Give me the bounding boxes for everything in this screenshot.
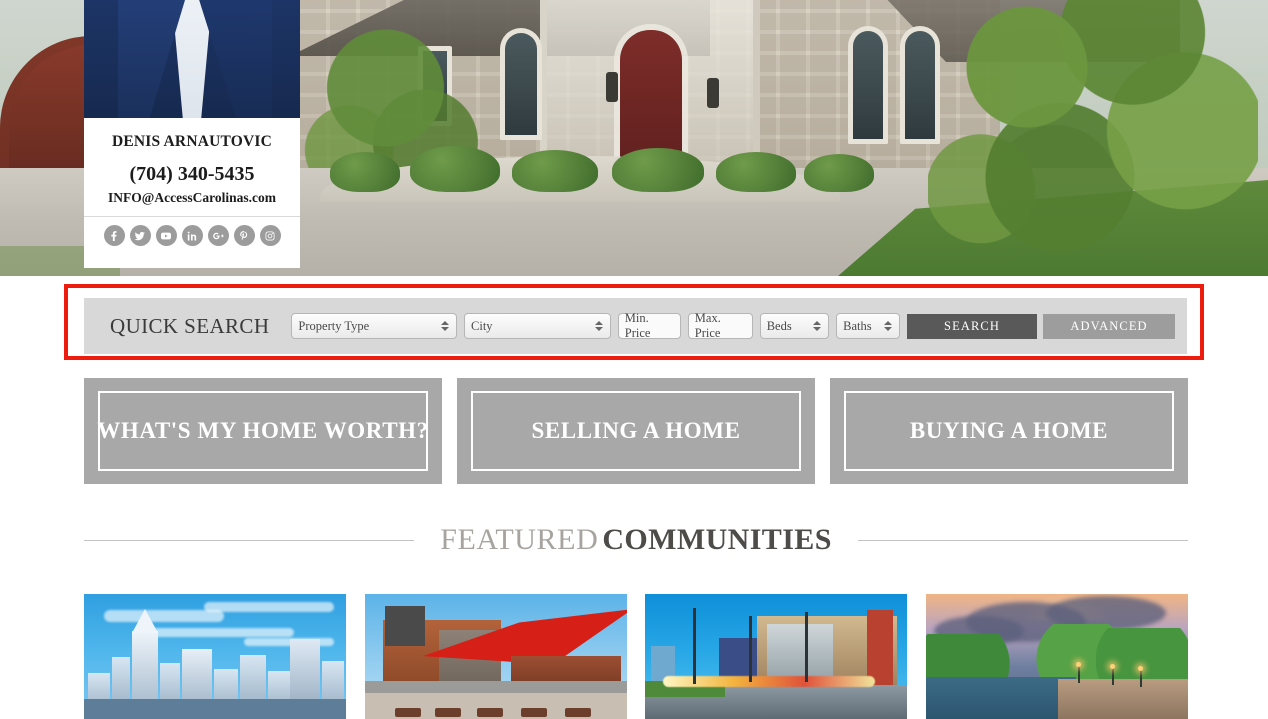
buying-home-cta-label: BUYING A HOME <box>909 418 1109 443</box>
min-price-placeholder: Min. Price <box>624 311 651 340</box>
park-lake-dusk-thumbnail[interactable] <box>925 594 1188 719</box>
city-value: City <box>471 318 493 333</box>
heading-rule-left <box>84 539 415 541</box>
beds-select[interactable]: Beds <box>759 313 830 339</box>
baths-select[interactable]: Baths <box>836 313 900 339</box>
featured-word: FEATURED <box>440 523 599 556</box>
hero-shrub <box>512 150 598 192</box>
social-links <box>84 217 300 246</box>
hero-shrub <box>612 148 704 192</box>
advanced-search-button[interactable]: ADVANCED <box>1043 313 1175 339</box>
google-plus-icon[interactable] <box>207 225 229 246</box>
home-worth-cta-label: WHAT'S MY HOME WORTH? <box>97 418 429 443</box>
agent-email[interactable]: INFO@AccessCarolinas.com <box>84 186 300 206</box>
agent-photo <box>84 0 300 120</box>
hero-shrub <box>330 152 400 192</box>
plaza-red-sail-thumbnail[interactable] <box>364 594 627 719</box>
agent-phone[interactable]: (704) 340-5435 <box>84 151 300 186</box>
charlotte-skyline-thumbnail[interactable] <box>84 594 346 719</box>
quick-search-title: QUICK SEARCH <box>110 313 270 338</box>
page-root: DENIS ARNAUTOVIC (704) 340-5435 INFO@Acc… <box>0 0 1268 719</box>
hero-window-2 <box>848 26 888 144</box>
heading-rule-right <box>857 539 1188 541</box>
chevron-updown-icon <box>883 321 892 331</box>
selling-home-cta[interactable]: SELLING A HOME <box>457 378 815 484</box>
facebook-icon[interactable] <box>103 225 125 246</box>
max-price-input[interactable]: Max. Price <box>687 311 753 340</box>
home-worth-cta-frame: WHAT'S MY HOME WORTH? <box>97 391 429 471</box>
property-type-select[interactable]: Property Type <box>291 313 458 339</box>
min-price-input[interactable]: Min. Price <box>617 311 681 340</box>
twitter-icon[interactable] <box>129 225 151 246</box>
hero-shrub <box>716 152 796 192</box>
cta-row: WHAT'S MY HOME WORTH? SELLING A HOME BUY… <box>84 378 1188 484</box>
property-type-value: Property Type <box>298 318 370 333</box>
featured-communities-title: FEATURED COMMUNITIES <box>440 523 832 557</box>
agent-contact-card: DENIS ARNAUTOVIC (704) 340-5435 INFO@Acc… <box>84 118 300 268</box>
pinterest-icon[interactable] <box>233 225 255 246</box>
instagram-icon[interactable] <box>259 225 281 246</box>
selling-home-cta-label: SELLING A HOME <box>531 418 741 443</box>
hero-window-1 <box>500 28 542 140</box>
city-select[interactable]: City <box>464 313 611 339</box>
search-button[interactable]: SEARCH <box>906 313 1038 339</box>
buying-home-cta-frame: BUYING A HOME <box>844 391 1174 471</box>
hero-tree-right <box>928 0 1258 270</box>
beds-value: Beds <box>766 318 792 333</box>
youtube-icon[interactable] <box>155 225 177 246</box>
hero-shrub <box>410 146 500 192</box>
agent-name: DENIS ARNAUTOVIC <box>111 133 273 150</box>
max-price-placeholder: Max. Price <box>694 311 721 340</box>
communities-word: COMMUNITIES <box>602 523 832 556</box>
hero-lantern-1 <box>606 72 618 102</box>
selling-home-cta-frame: SELLING A HOME <box>471 391 801 471</box>
light-rail-dusk-thumbnail[interactable] <box>645 594 908 719</box>
quick-search-panel: QUICK SEARCH Property Type City Min. Pri… <box>84 298 1187 354</box>
hero-shrub <box>804 154 874 192</box>
featured-communities-heading: FEATURED COMMUNITIES <box>84 518 1188 562</box>
chevron-updown-icon <box>813 321 822 331</box>
agent-suit-lapel-right <box>196 0 272 120</box>
baths-value: Baths <box>843 318 872 333</box>
chevron-updown-icon <box>441 321 450 331</box>
linkedin-icon[interactable] <box>181 225 203 246</box>
chevron-updown-icon <box>594 321 603 331</box>
community-thumbnails <box>84 594 1188 719</box>
hero-lantern-2 <box>707 78 719 108</box>
home-worth-cta[interactable]: WHAT'S MY HOME WORTH? <box>84 378 442 484</box>
buying-home-cta[interactable]: BUYING A HOME <box>830 378 1188 484</box>
